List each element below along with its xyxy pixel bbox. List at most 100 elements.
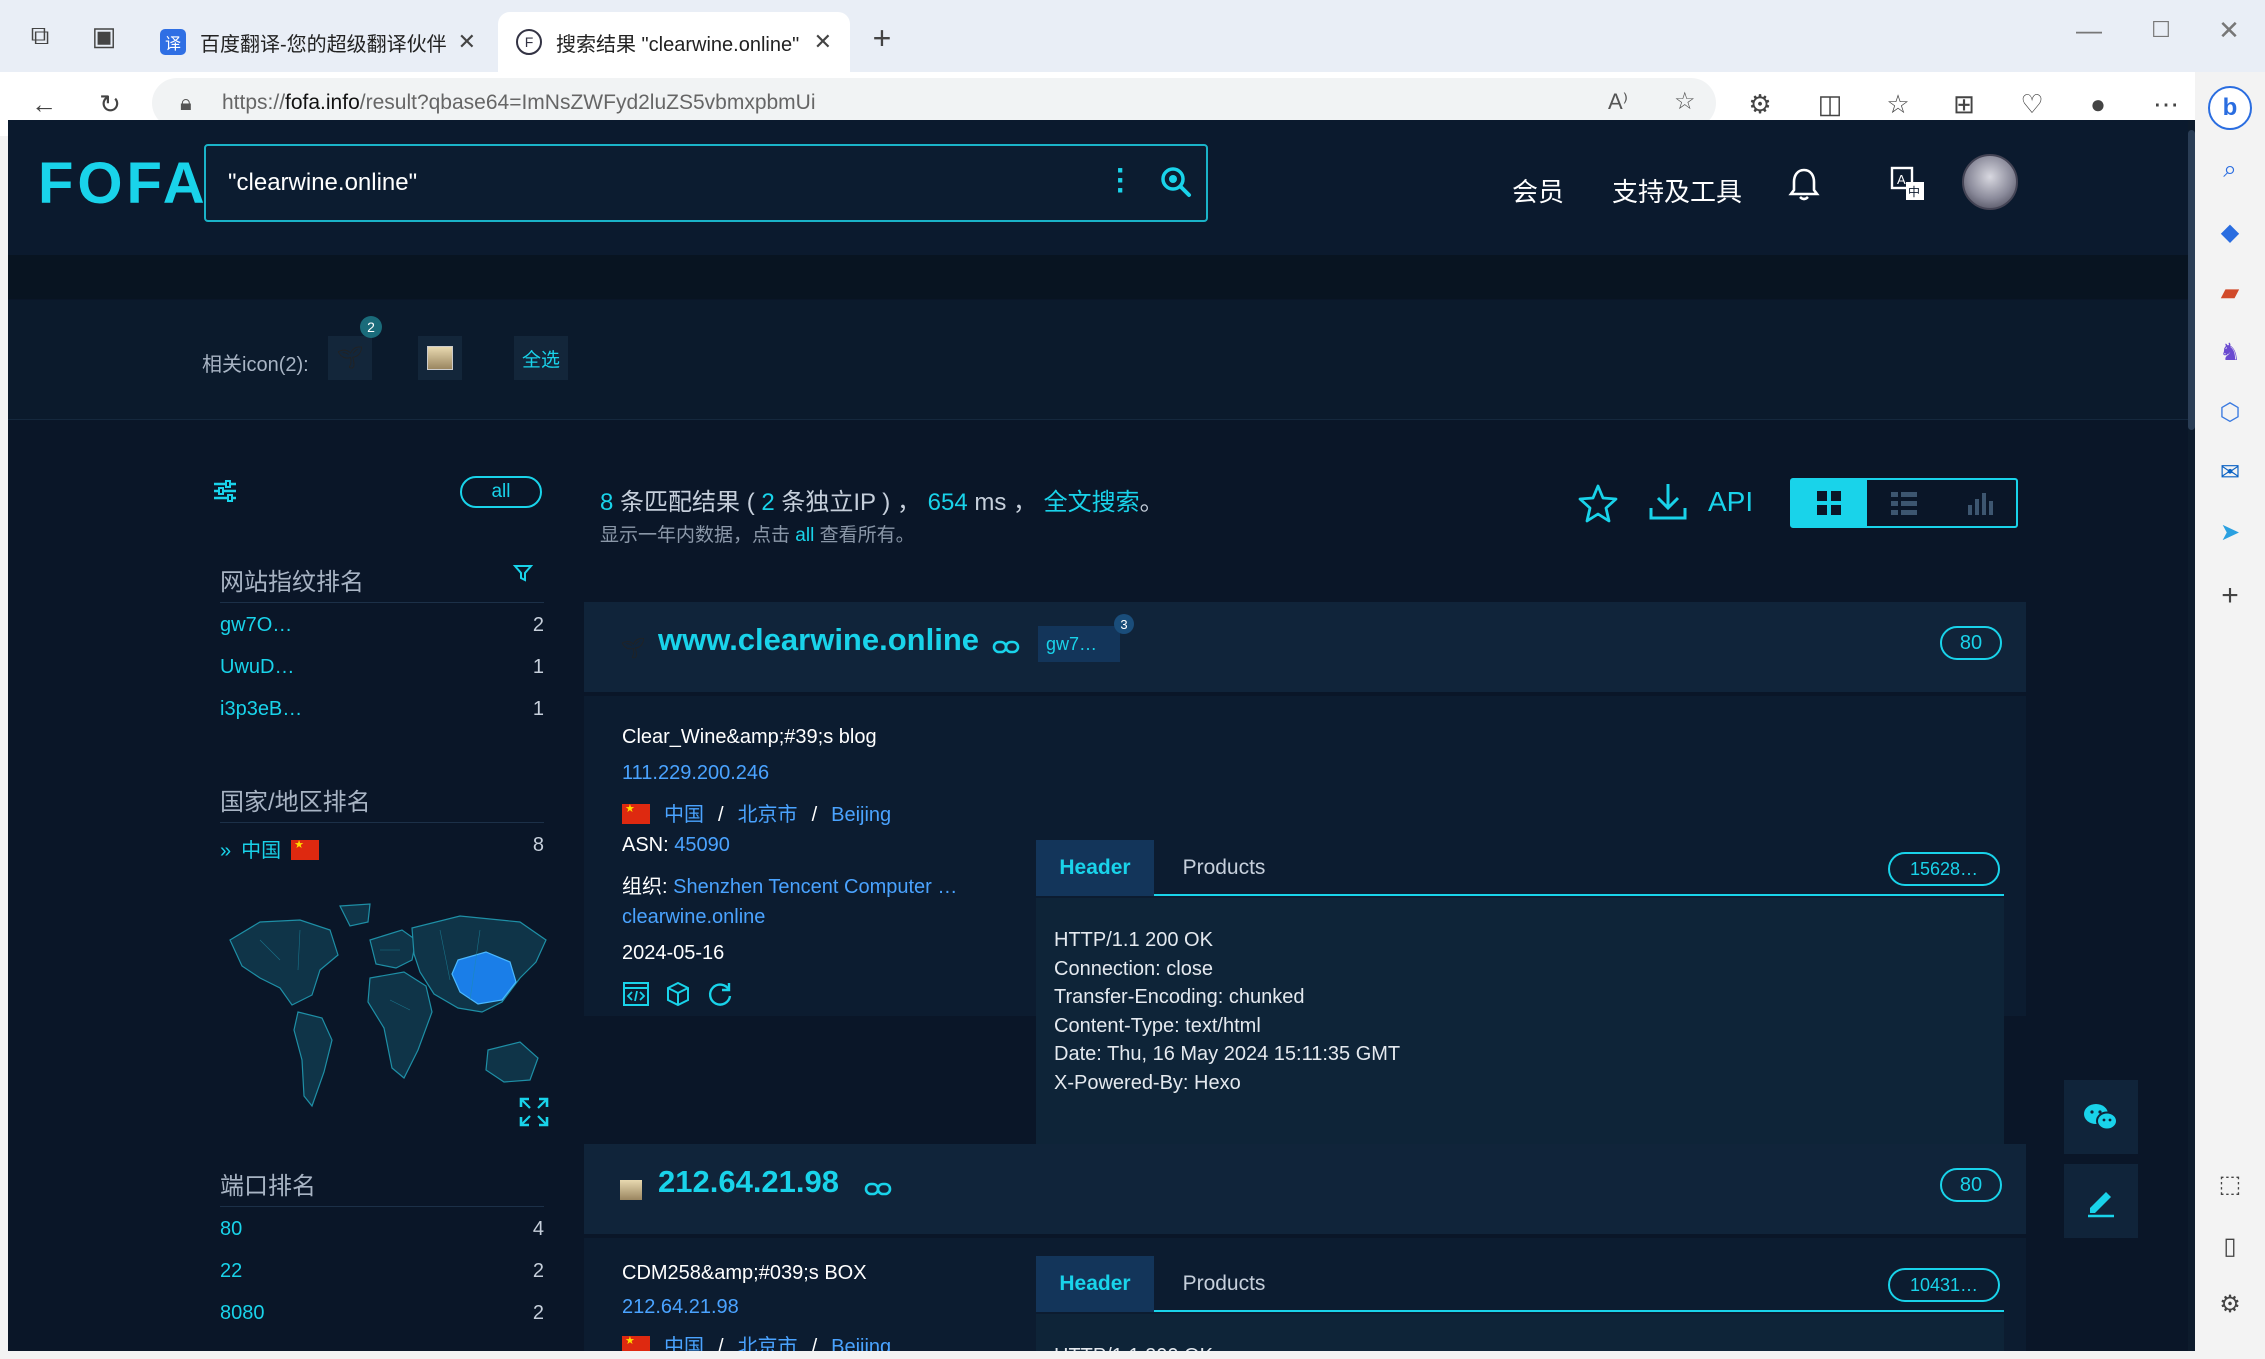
port-rank-row[interactable]: 80 4 <box>220 1218 544 1248</box>
tab-actions-icon[interactable]: ▣ <box>84 16 124 56</box>
rank-label[interactable]: 80 <box>220 1218 242 1241</box>
port-rank-row[interactable]: 22 2 <box>220 1260 544 1290</box>
window-close-icon[interactable]: ✕ <box>2204 10 2254 50</box>
tab-products[interactable]: Products <box>1154 840 1294 896</box>
port-rank-row[interactable]: 8080 2 <box>220 1302 544 1332</box>
maximize-icon[interactable]: ☐ <box>2136 10 2186 50</box>
new-tab-icon[interactable]: + <box>862 18 902 58</box>
scrollbar-thumb[interactable] <box>2188 130 2195 430</box>
ip-link[interactable]: 111.229.200.246 <box>622 762 769 785</box>
fofa-logo[interactable]: FOFA <box>38 150 209 217</box>
browser-tab-baidu[interactable]: 译 百度翻译-您的超级翻译伙伴 ✕ <box>142 12 494 72</box>
favorite-star-icon[interactable]: ☆ <box>1674 87 1696 116</box>
fulltext-search-link[interactable]: 全文搜索 <box>1044 489 1140 516</box>
search-options-icon[interactable]: · · · <box>1116 156 1126 206</box>
nav-support-tools[interactable]: 支持及工具 <box>1612 172 1742 209</box>
grid-view-button[interactable] <box>1792 480 1867 526</box>
microsoft-365-icon[interactable]: ⬡ <box>2210 392 2250 432</box>
select-all-button[interactable]: 全选 <box>514 336 568 380</box>
refresh-icon[interactable] <box>706 980 734 1008</box>
country-link[interactable]: 中国 <box>664 1336 704 1351</box>
icon-hash-badge[interactable]: 10431… <box>1888 1268 2000 1302</box>
ip-link[interactable]: 212.64.21.98 <box>622 1296 739 1319</box>
related-icon-picture[interactable] <box>418 336 462 380</box>
tools-icon[interactable]: ▰ <box>2210 272 2250 312</box>
split-screen-icon[interactable]: ◫ <box>1810 84 1850 124</box>
close-icon[interactable]: ✕ <box>458 29 476 55</box>
collections-icon[interactable]: ⊞ <box>1944 84 1984 124</box>
link-icon[interactable] <box>864 1178 892 1200</box>
favorites-icon[interactable]: ☆ <box>1878 84 1918 124</box>
workspaces-icon[interactable]: ⧉ <box>20 16 60 56</box>
bell-icon[interactable] <box>1784 164 1824 204</box>
code-icon[interactable] <box>622 980 650 1008</box>
screenshot-icon[interactable]: ⬚ <box>2210 1164 2250 1204</box>
rank-label[interactable]: i3p3eB… <box>220 698 302 721</box>
cube-icon[interactable] <box>664 980 692 1008</box>
send-icon[interactable]: ➤ <box>2210 512 2250 552</box>
copilot-icon[interactable]: b <box>2208 86 2252 130</box>
city-en-link[interactable]: Beijing <box>831 804 891 826</box>
settings-gear-icon[interactable]: ⚙ <box>2210 1284 2250 1324</box>
rank-label[interactable]: UwuD… <box>220 656 294 679</box>
search-icon[interactable] <box>1158 164 1192 198</box>
add-icon[interactable]: + <box>2210 576 2250 616</box>
download-icon[interactable] <box>1646 480 1690 524</box>
fingerprint-rank-row[interactable]: gw7O… 2 <box>220 614 544 644</box>
page-scrollbar[interactable] <box>2188 120 2195 1351</box>
world-map[interactable] <box>220 900 550 1140</box>
minimize-icon[interactable]: — <box>2064 10 2114 50</box>
filter-settings-icon[interactable] <box>210 476 240 506</box>
fingerprint-rank-row[interactable]: UwuD… 1 <box>220 656 544 686</box>
star-icon[interactable] <box>1576 482 1620 526</box>
rank-label[interactable]: gw7O… <box>220 614 292 637</box>
search-icon[interactable]: ⌕ <box>2210 150 2250 190</box>
tab-header[interactable]: Header <box>1036 1256 1154 1312</box>
result-host-link[interactable]: 212.64.21.98 <box>658 1164 839 1200</box>
search-input[interactable]: "clearwine.online" <box>204 144 1208 222</box>
nav-membership[interactable]: 会员 <box>1512 172 1564 209</box>
stats-view-button[interactable] <box>1941 480 2016 526</box>
expand-icon[interactable] <box>518 1096 550 1128</box>
more-icon[interactable]: ⋯ <box>2146 84 2186 124</box>
fingerprint-tag[interactable]: gw7… 3 <box>1038 614 1134 662</box>
rank-label[interactable]: 22 <box>220 1260 242 1283</box>
country-rank-row[interactable]: » 中国 8 <box>220 834 544 864</box>
wechat-button[interactable] <box>2064 1080 2138 1154</box>
city-en-link[interactable]: Beijing <box>831 1336 891 1351</box>
api-link[interactable]: API <box>1708 486 1753 518</box>
sidebar-toggle-icon[interactable]: ▯ <box>2210 1226 2250 1266</box>
browser-essentials-icon[interactable]: ♡ <box>2012 84 2052 124</box>
country-rank-entry[interactable]: » 中国 <box>220 834 333 863</box>
extensions-icon[interactable]: ⚙︎ <box>1740 84 1780 124</box>
related-icon-plant[interactable]: 🌱︎ 2 <box>328 316 382 380</box>
link-icon[interactable] <box>992 636 1020 658</box>
city-link[interactable]: 北京市 <box>738 804 798 826</box>
tab-products[interactable]: Products <box>1154 1256 1294 1312</box>
list-view-button[interactable] <box>1867 480 1942 526</box>
translate-icon[interactable]: A 中 <box>1888 164 1928 204</box>
port-badge[interactable]: 80 <box>1940 626 2002 660</box>
browser-tab-fofa[interactable]: F 搜索结果 "clearwine.online" - 网 ✕ <box>498 12 850 72</box>
games-icon[interactable]: ♞ <box>2210 332 2250 372</box>
fingerprint-rank-row[interactable]: i3p3eB… 1 <box>220 698 544 728</box>
country-link[interactable]: 中国 <box>664 804 704 826</box>
asn-link[interactable]: 45090 <box>674 834 730 856</box>
result-host-link[interactable]: www.clearwine.online <box>658 622 979 658</box>
show-all-button[interactable]: all <box>460 476 542 508</box>
port-badge[interactable]: 80 <box>1940 1168 2002 1202</box>
domain-link[interactable]: clearwine.online <box>622 906 765 929</box>
shopping-tag-icon[interactable]: ◆ <box>2210 212 2250 252</box>
rank-label[interactable]: 8080 <box>220 1302 265 1325</box>
icon-hash-badge[interactable]: 15628… <box>1888 852 2000 886</box>
refresh-icon[interactable]: ↻ <box>90 84 130 124</box>
profile-icon[interactable]: ● <box>2078 84 2118 124</box>
avatar[interactable] <box>1962 154 2018 210</box>
city-link[interactable]: 北京市 <box>738 1336 798 1351</box>
org-link[interactable]: Shenzhen Tencent Computer … <box>673 876 957 898</box>
close-icon[interactable]: ✕ <box>814 29 832 55</box>
read-aloud-icon[interactable]: A⁾ <box>1608 89 1628 115</box>
tab-header[interactable]: Header <box>1036 840 1154 896</box>
feedback-button[interactable] <box>2064 1164 2138 1238</box>
back-icon[interactable]: ← <box>24 84 64 124</box>
